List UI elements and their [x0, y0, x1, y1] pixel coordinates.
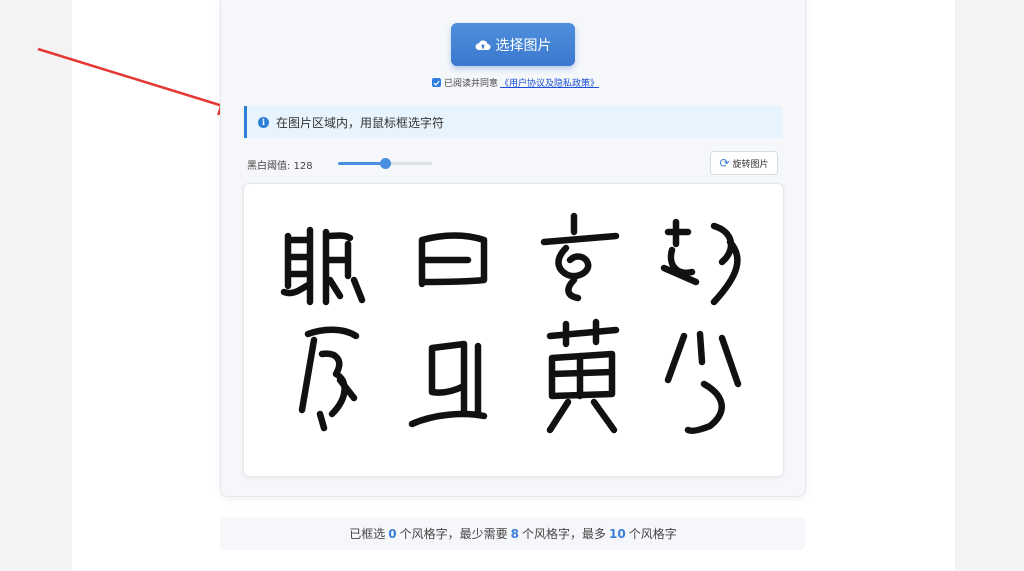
glyph-2: [418, 232, 488, 288]
min-count: 8: [510, 526, 519, 541]
agreement-checkbox[interactable]: [432, 78, 441, 87]
glyph-3: [540, 212, 620, 302]
status-text-4: 个风格字: [628, 527, 677, 541]
threshold-label: 黑白阈值: 128: [247, 161, 313, 172]
glyph-6: [408, 340, 488, 428]
select-image-button[interactable]: 选择图片: [451, 23, 575, 66]
threshold-slider[interactable]: [338, 158, 432, 169]
threshold-slider-thumb[interactable]: [380, 158, 392, 169]
agreement-row: 已阅读并同意 《用户协议及隐私政策》: [432, 76, 599, 89]
selection-status: 已框选 0 个风格字，最少需要 8 个风格字，最多 10 个风格字: [220, 517, 806, 550]
selected-count: 0: [388, 526, 397, 541]
threshold-slider-fill: [338, 162, 386, 165]
info-alert: i 在图片区域内，用鼠标框选字符: [244, 106, 782, 138]
glyph-4: [660, 218, 741, 306]
rotate-icon: ⟳: [719, 156, 730, 170]
rotate-image-button[interactable]: ⟳ 旋转图片: [710, 151, 778, 175]
upload-card: 选择图片 已阅读并同意 《用户协议及隐私政策》 i 在图片区域内，用鼠标框选字符…: [220, 0, 806, 497]
agreement-link[interactable]: 《用户协议及隐私政策》: [500, 76, 599, 89]
select-image-label: 选择图片: [495, 37, 552, 54]
cloud-upload-icon: [475, 40, 490, 50]
calligraphy-image: [280, 212, 742, 435]
rotate-label: 旋转图片: [732, 159, 769, 170]
status-text-2: 个风格字，最少需要: [399, 527, 508, 541]
info-text: 在图片区域内，用鼠标框选字符: [276, 115, 445, 130]
glyph-7: [546, 318, 620, 434]
status-text-3: 个风格字，最多: [522, 527, 607, 541]
image-canvas[interactable]: [243, 183, 784, 477]
glyph-8: [664, 330, 742, 435]
glyph-1: [280, 226, 366, 306]
status-text-1: 已框选: [349, 527, 386, 541]
agreement-text: 已阅读并同意: [444, 79, 499, 89]
glyph-5: [298, 326, 360, 432]
info-icon: i: [258, 116, 269, 128]
max-count: 10: [609, 526, 626, 541]
